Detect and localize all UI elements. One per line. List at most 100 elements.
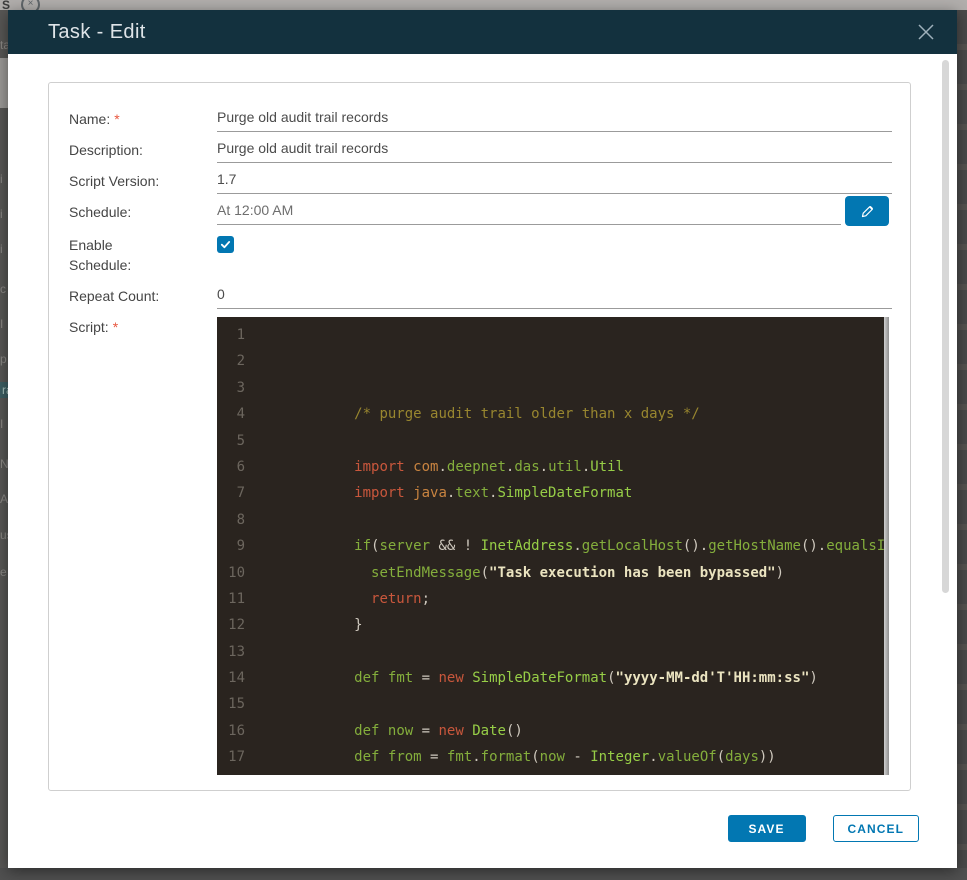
enable-schedule-label: Enable Schedule: (69, 237, 132, 273)
modal-footer: SAVE CANCEL (727, 815, 919, 842)
backdrop-text-fragment: S (2, 0, 11, 10)
code-line: 11 return; (217, 586, 889, 612)
line-number: 7 (236, 485, 245, 502)
line-number: 1 (236, 327, 245, 343)
line-number: 6 (236, 458, 245, 475)
backdrop-text-fragment: i (0, 172, 3, 186)
name-label: Name: * (69, 111, 120, 127)
backdrop-text-fragment: e (0, 565, 7, 579)
form-row-schedule: Schedule: (69, 196, 892, 226)
code-line: 10 setEndMessage("Task execution has bee… (217, 560, 889, 586)
editor-scrollbar[interactable] (884, 317, 889, 775)
schedule-label: Schedule: (69, 204, 132, 220)
code-line: 16 def now = new Date() (217, 718, 889, 744)
form-row-script-version: Script Version: (69, 171, 892, 194)
line-number: 9 (236, 538, 245, 555)
line-number: 15 (228, 696, 245, 713)
description-label: Description: (69, 142, 143, 158)
code-line: 7 import java.text.SimpleDateFormat (217, 480, 889, 506)
backdrop-text-fragment: I (0, 317, 4, 331)
code-line: 14 def fmt = new SimpleDateFormat("yyyy-… (217, 665, 889, 691)
line-number: 14 (228, 670, 245, 687)
code-line: 9 if(server && ! InetAddress.getLocalHos… (217, 533, 889, 559)
backdrop-text-fragment: ta (0, 38, 8, 52)
backdrop-text-fragment: i (0, 207, 3, 221)
line-number: 3 (236, 379, 245, 396)
backdrop-text-fragment: A (0, 492, 8, 506)
enable-schedule-checkbox[interactable] (217, 236, 234, 253)
backdrop-top-strip: S × (0, 0, 967, 10)
code-text: def from = fmt.format(now - Integer.valu… (354, 749, 776, 766)
repeat-count-input[interactable] (217, 286, 892, 309)
form-row-script: Script: * 1234 /* purge audit trail older… (69, 317, 892, 775)
description-input[interactable] (217, 140, 892, 163)
code-text: def now = new Date() (354, 722, 523, 739)
backdrop-text-fragment: ra (0, 382, 8, 398)
code-text: import java.text.SimpleDateFormat (354, 485, 633, 502)
edit-schedule-button[interactable] (845, 196, 889, 226)
save-button[interactable]: SAVE (727, 815, 806, 842)
form-row-enable-schedule: Enable Schedule: (69, 235, 892, 275)
code-line: 15 (217, 691, 889, 717)
pencil-icon (861, 205, 873, 217)
backdrop-text-fragment: i (0, 242, 3, 256)
close-icon[interactable] (917, 23, 935, 41)
repeat-count-label: Repeat Count: (69, 288, 160, 304)
code-line: 12 } (217, 612, 889, 638)
code-text: if(server && ! InetAddress.getLocalHost(… (354, 538, 889, 555)
modal-scrollbar-thumb[interactable] (942, 60, 949, 593)
code-text: /* purge audit trail older than x days *… (354, 406, 700, 423)
code-line: 6 import com.deepnet.das.util.Util (217, 454, 889, 480)
form-row-name: Name: * (69, 109, 892, 132)
script-version-input[interactable] (217, 171, 892, 194)
line-number: 13 (228, 643, 245, 660)
code-line: 2 (217, 348, 889, 374)
code-text: return; (371, 590, 431, 607)
modal-body: Name:* Description: Script Version: Sche… (8, 54, 957, 868)
cancel-button[interactable]: CANCEL (832, 815, 919, 842)
code-line: 4 /* purge audit trail older than x days… (217, 401, 889, 427)
code-line: 1 (217, 322, 889, 348)
backdrop-text-fragment: N (0, 457, 8, 471)
script-version-label: Script Version: (69, 173, 160, 189)
backdrop-text-fragment: c (0, 282, 6, 296)
script-editor[interactable]: 1234 /* purge audit trail older than x d… (217, 317, 889, 775)
form-row-repeat-count: Repeat Count: (69, 286, 892, 309)
code-text: def fmt = new SimpleDateFormat("yyyy-MM-… (354, 670, 818, 687)
required-asterisk: * (114, 111, 120, 127)
schedule-input[interactable] (217, 202, 841, 225)
line-number: 16 (228, 722, 245, 739)
code-text: setEndMessage("Task execution has been b… (371, 564, 785, 581)
code-text: } (354, 617, 363, 634)
task-edit-modal: Task - Edit Name:* Description: Script V… (8, 10, 957, 868)
required-asterisk: * (112, 319, 119, 335)
backdrop-right-strip (957, 10, 967, 868)
backdrop-lightbox (0, 58, 8, 108)
form-row-description: Description: (69, 140, 892, 163)
backdrop-text-fragment: us (0, 528, 8, 542)
form-card: Name:* Description: Script Version: Sche… (48, 82, 911, 791)
backdrop-text-fragment: p (0, 352, 7, 366)
modal-header: Task - Edit (8, 10, 957, 54)
code-line: 17 def from = fmt.format(now - Integer.v… (217, 744, 889, 770)
circle-x-icon: × (21, 0, 40, 10)
check-icon (220, 241, 231, 249)
line-number: 5 (236, 432, 245, 449)
code-line: 13 (217, 639, 889, 665)
modal-title: Task - Edit (48, 20, 146, 43)
name-input[interactable] (217, 109, 892, 132)
code-line: 8 (217, 507, 889, 533)
code-line: 5 (217, 428, 889, 454)
line-number: 11 (228, 590, 245, 607)
line-number: 2 (236, 353, 245, 370)
line-number: 17 (228, 749, 245, 766)
line-number: 12 (228, 617, 245, 634)
script-label: Script: * (69, 319, 119, 335)
